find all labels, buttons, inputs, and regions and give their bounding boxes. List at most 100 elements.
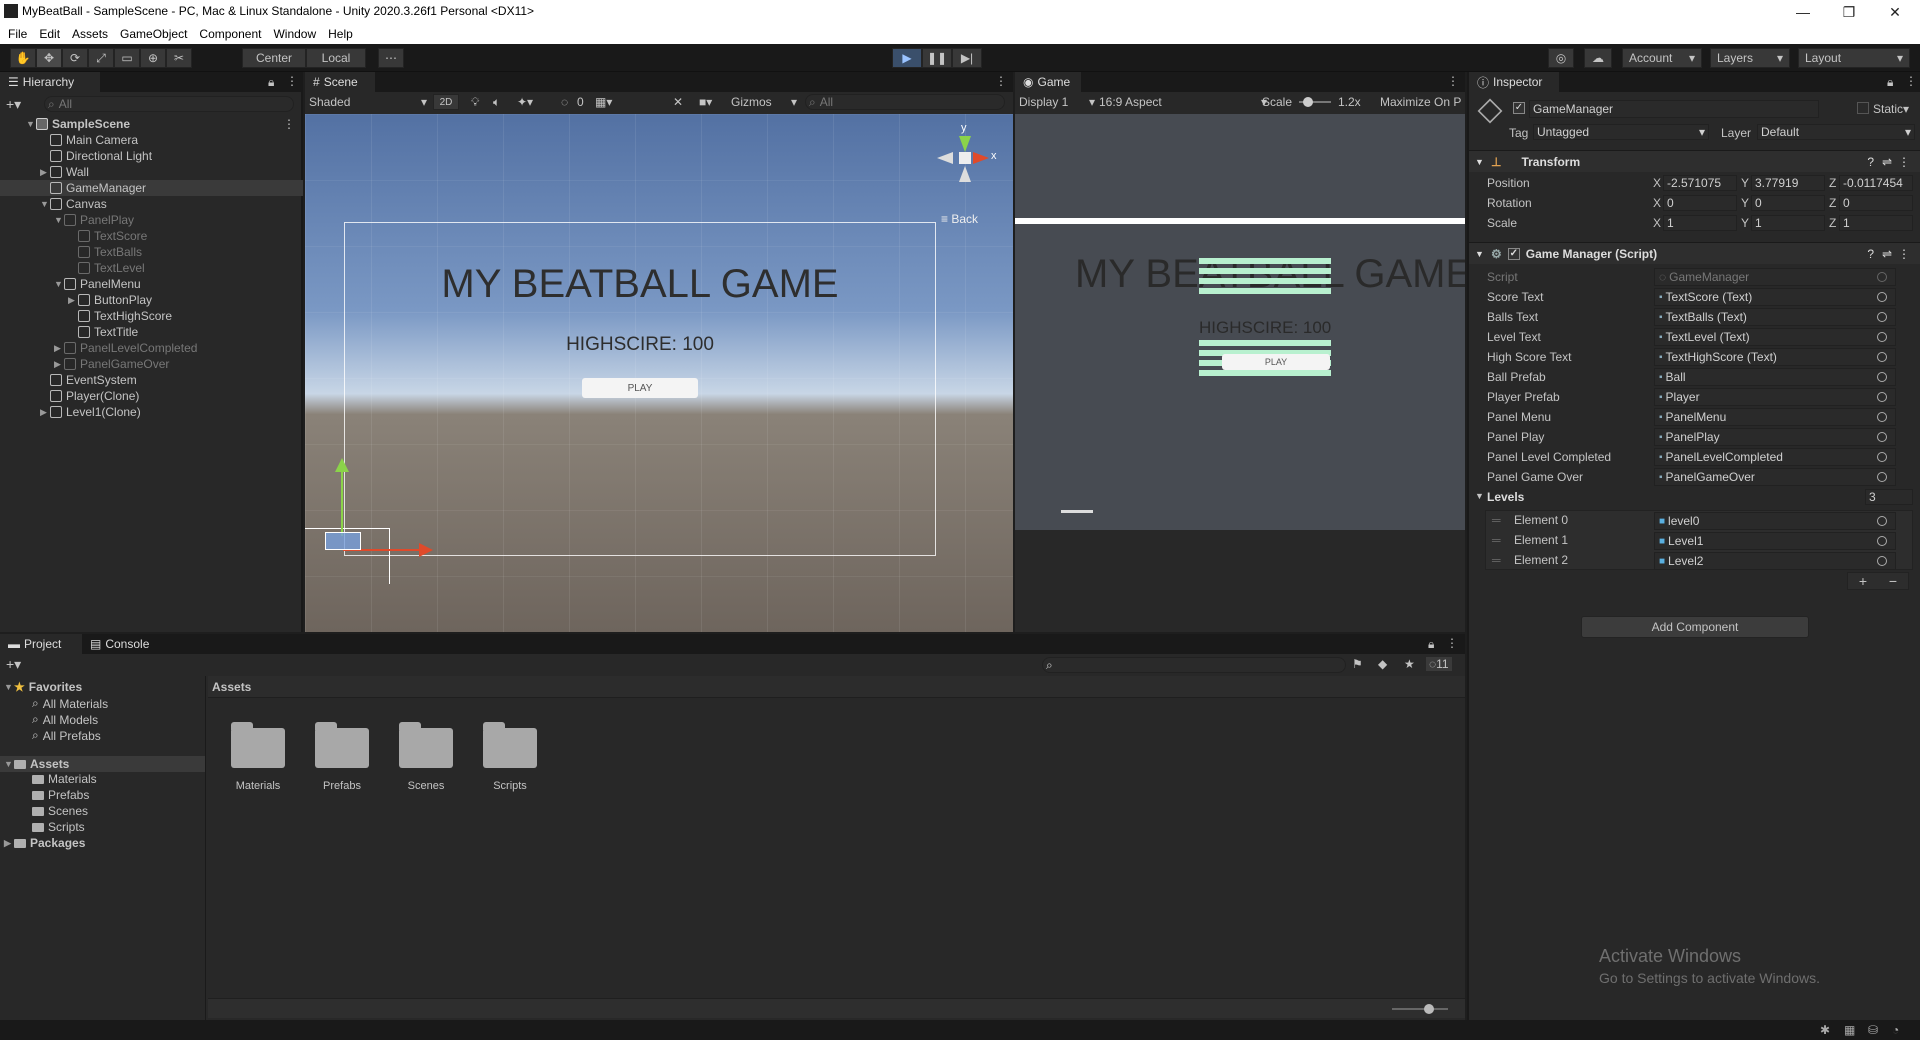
more-menu-icon[interactable]: ⋮ bbox=[1905, 74, 1917, 88]
scene-viewport[interactable]: MY BEATBALL GAME HIGHSCIRE: 100 PLAY y x… bbox=[305, 114, 1013, 632]
drag-handle-icon[interactable]: ═ bbox=[1492, 513, 1501, 527]
more-menu-icon[interactable]: ⋮ bbox=[283, 117, 295, 131]
toggle-2d-button[interactable]: 2D bbox=[433, 94, 459, 110]
menu-gameobject[interactable]: GameObject bbox=[114, 27, 193, 41]
favorites-node[interactable]: ▼ ★ Favorites bbox=[4, 680, 82, 694]
object-picker-icon[interactable] bbox=[1877, 292, 1887, 302]
minus-icon[interactable]: − bbox=[1889, 573, 1897, 589]
maximize-on-play-toggle[interactable]: Maximize On P bbox=[1380, 95, 1465, 109]
icon-size-slider[interactable] bbox=[1392, 1008, 1448, 1010]
create-icon[interactable]: +▾ bbox=[6, 656, 21, 673]
breadcrumb-assets[interactable]: Assets bbox=[212, 680, 251, 694]
menu-edit[interactable]: Edit bbox=[33, 27, 66, 41]
more-menu-icon[interactable]: ⋮ bbox=[286, 74, 298, 88]
packages-node[interactable]: ▶ Packages bbox=[4, 836, 85, 850]
custom-tool-icon[interactable]: ✂ bbox=[166, 48, 192, 68]
tree-folder-scenes[interactable]: Scenes bbox=[32, 804, 88, 818]
object-picker-icon[interactable] bbox=[1877, 332, 1887, 342]
asset-folder-scenes[interactable]: Scenes bbox=[386, 722, 466, 792]
asset-folder-prefabs[interactable]: Prefabs bbox=[302, 722, 382, 792]
grid-snap-icon[interactable]: ⋯ bbox=[378, 48, 404, 68]
game-play-button[interactable]: PLAY bbox=[1222, 354, 1330, 370]
hierarchy-search-input[interactable]: ⌕ All bbox=[44, 96, 294, 112]
levels-element-field[interactable]: ■ level0 bbox=[1654, 512, 1896, 530]
tree-folder-prefabs[interactable]: Prefabs bbox=[32, 788, 89, 802]
hierarchy-item[interactable]: EventSystem bbox=[0, 372, 303, 388]
auto-generate-lighting-icon[interactable]: ◔ bbox=[1892, 1023, 1899, 1037]
scale-slider-thumb[interactable] bbox=[1303, 97, 1313, 107]
object-reference-field[interactable]: ▪ PanelLevelCompleted bbox=[1654, 448, 1896, 466]
shading-dropdown[interactable]: Shaded ▾ bbox=[309, 95, 427, 109]
asset-folder-materials[interactable]: Materials bbox=[218, 722, 298, 792]
layer-dropdown[interactable]: Default ▾ bbox=[1757, 124, 1915, 140]
transform-position-x-input[interactable]: -2.571075 bbox=[1663, 175, 1737, 191]
cache-icon[interactable]: ▦ bbox=[1844, 1023, 1855, 1037]
foldout-icon[interactable]: ▶ bbox=[54, 359, 64, 370]
more-menu-icon[interactable]: ⋮ bbox=[1447, 74, 1459, 88]
object-picker-icon[interactable] bbox=[1877, 312, 1887, 322]
assets-node[interactable]: ▼ Assets bbox=[0, 756, 205, 772]
transform-rotation-y-input[interactable]: 0 bbox=[1751, 195, 1825, 211]
foldout-icon[interactable]: ▼ bbox=[54, 215, 64, 225]
tab-console[interactable]: ▤ Console bbox=[82, 634, 164, 654]
tab-project[interactable]: ▬ Project bbox=[0, 634, 82, 654]
preset-icon[interactable]: ⇌ bbox=[1882, 247, 1892, 261]
foldout-icon[interactable]: ▼ bbox=[26, 119, 36, 129]
object-reference-field[interactable]: ▪ TextScore (Text) bbox=[1654, 288, 1896, 306]
hierarchy-item[interactable]: ▼ Canvas bbox=[0, 196, 303, 212]
hierarchy-item[interactable]: ▼ PanelPlay bbox=[0, 212, 303, 228]
hierarchy-item[interactable]: Directional Light bbox=[0, 148, 303, 164]
levels-element-field[interactable]: ■ Level2 bbox=[1654, 552, 1896, 570]
menu-file[interactable]: File bbox=[2, 27, 33, 41]
object-picker-icon[interactable] bbox=[1877, 556, 1887, 566]
levels-element-field[interactable]: ■ Level1 bbox=[1654, 532, 1896, 550]
hierarchy-item[interactable]: ▼ PanelMenu bbox=[0, 276, 303, 292]
camera-icon[interactable]: ■▾ bbox=[699, 95, 712, 109]
foldout-icon[interactable]: ▼ bbox=[40, 199, 50, 209]
hierarchy-item[interactable]: ▶ PanelGameOver bbox=[0, 356, 303, 372]
object-reference-field[interactable]: ▪ PanelMenu bbox=[1654, 408, 1896, 426]
favorite-all-materials[interactable]: ⌕ All Materials bbox=[32, 696, 108, 711]
static-dropdown[interactable]: Static ▾ bbox=[1873, 102, 1909, 116]
transform-scale-y-input[interactable]: 1 bbox=[1751, 215, 1825, 231]
collab-icon[interactable]: ◎ bbox=[1548, 48, 1574, 68]
foldout-icon[interactable]: ▶ bbox=[40, 167, 50, 178]
tools-icon[interactable]: ✕ bbox=[673, 95, 683, 109]
menu-assets[interactable]: Assets bbox=[66, 27, 114, 41]
pivot-local-button[interactable]: Local bbox=[306, 48, 366, 68]
lock-icon[interactable]: 🔒︎ bbox=[1428, 637, 1434, 652]
pause-button[interactable]: ❚❚ bbox=[922, 48, 952, 68]
object-picker-icon[interactable] bbox=[1877, 392, 1887, 402]
object-reference-field[interactable]: ▪ Player bbox=[1654, 388, 1896, 406]
favorite-all-prefabs[interactable]: ⌕ All Prefabs bbox=[32, 728, 101, 743]
add-icon[interactable]: +▾ bbox=[6, 96, 21, 113]
object-reference-field[interactable]: ▪ TextLevel (Text) bbox=[1654, 328, 1896, 346]
tag-dropdown[interactable]: Untagged ▾ bbox=[1533, 124, 1709, 140]
lock-icon[interactable]: 🔒︎ bbox=[268, 75, 274, 90]
object-picker-icon[interactable] bbox=[1877, 536, 1887, 546]
audio-icon[interactable]: 🔈︎ bbox=[493, 95, 500, 110]
foldout-icon[interactable]: ▶ bbox=[54, 343, 64, 354]
more-menu-icon[interactable]: ⋮ bbox=[1446, 636, 1458, 650]
levels-size-input[interactable]: 3 bbox=[1865, 489, 1913, 505]
hierarchy-item[interactable]: Main Camera bbox=[0, 132, 303, 148]
scene-search-input[interactable]: ⌕ All bbox=[805, 94, 1005, 110]
object-picker-icon[interactable] bbox=[1877, 452, 1887, 462]
object-picker-icon[interactable] bbox=[1877, 432, 1887, 442]
cloud-icon[interactable]: ☁ bbox=[1584, 48, 1612, 68]
foldout-icon[interactable]: ▶ bbox=[40, 407, 50, 418]
close-icon[interactable]: ✕ bbox=[1872, 0, 1918, 24]
icon-size-slider-thumb[interactable] bbox=[1424, 1004, 1434, 1014]
lighting-icon[interactable]: 💡︎ bbox=[471, 95, 479, 110]
hierarchy-item[interactable]: ▼ SampleScene ⋮ bbox=[0, 116, 303, 132]
move-tool-icon[interactable]: ✥ bbox=[36, 48, 62, 68]
preset-icon[interactable]: ⇌ bbox=[1882, 155, 1892, 169]
transform-rotation-x-input[interactable]: 0 bbox=[1663, 195, 1737, 211]
add-component-button[interactable]: Add Component bbox=[1581, 616, 1809, 638]
account-dropdown[interactable]: Account ▾ bbox=[1622, 48, 1702, 68]
tab-game[interactable]: ◉ Game bbox=[1015, 72, 1081, 92]
hidden-packages-toggle[interactable]: ◌ 11 bbox=[1426, 657, 1452, 671]
hierarchy-item[interactable]: Player(Clone) bbox=[0, 388, 303, 404]
transform-scale-x-input[interactable]: 1 bbox=[1663, 215, 1737, 231]
more-menu-icon[interactable]: ⋮ bbox=[995, 74, 1007, 88]
